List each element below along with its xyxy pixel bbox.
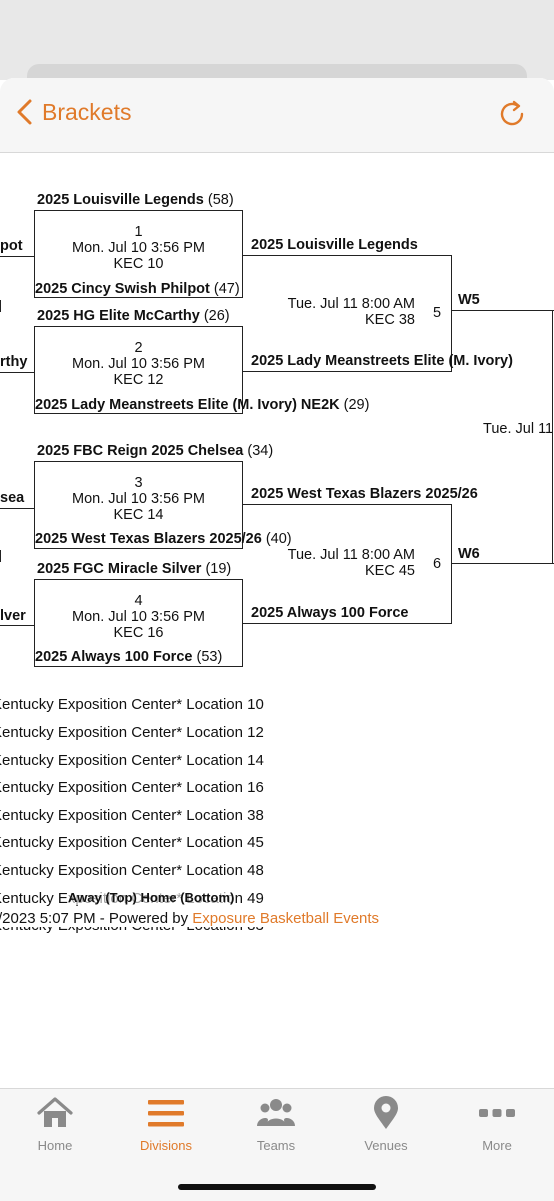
team-name[interactable]: 2025 FGC Miracle Silver (19) bbox=[37, 561, 231, 577]
team-name[interactable]: 2025 Always 100 Force (53) bbox=[35, 649, 222, 665]
left-cut-label: rthy bbox=[0, 354, 28, 370]
team-name[interactable]: 2025 West Texas Blazers 2025/26 bbox=[251, 486, 478, 502]
left-cut-label: pot bbox=[0, 238, 23, 254]
location-item: Kentucky Exposition Center* Location 16 bbox=[0, 779, 264, 796]
team-name[interactable]: 2025 Louisville Legends bbox=[251, 237, 418, 253]
location-item: Kentucky Exposition Center* Location 10 bbox=[0, 696, 264, 713]
location-item: Kentucky Exposition Center* Location 45 bbox=[0, 834, 264, 851]
connector-line bbox=[451, 563, 554, 564]
back-label: Brackets bbox=[42, 98, 132, 125]
team-name[interactable]: 2025 Always 100 Force bbox=[251, 605, 408, 621]
team-name[interactable]: 2025 Lady Meanstreets Elite (M. Ivory) bbox=[251, 353, 513, 369]
connector-line bbox=[0, 300, 1, 312]
team-name[interactable]: 2025 Cincy Swish Philpot (47) bbox=[35, 281, 240, 297]
connector-line bbox=[0, 625, 35, 626]
game-number: 5 bbox=[433, 305, 442, 321]
location-item: Kentucky Exposition Center* Location 38 bbox=[0, 807, 264, 824]
left-cut-label: sea bbox=[0, 490, 25, 506]
team-name[interactable]: 2025 FBC Reign 2025 Chelsea (34) bbox=[37, 443, 273, 459]
tab-label: Home bbox=[37, 1138, 73, 1153]
game-court: KEC 14 bbox=[113, 507, 164, 523]
more-icon bbox=[479, 1109, 515, 1117]
team-name[interactable]: 2025 HG Elite McCarthy (26) bbox=[37, 308, 230, 324]
tab-teams[interactable]: Teams bbox=[231, 1096, 321, 1153]
game-date: Tue. Jul 11 bbox=[483, 421, 554, 437]
connector-line bbox=[0, 550, 1, 562]
connector-line bbox=[243, 504, 452, 505]
connector-line bbox=[552, 310, 553, 563]
location-item: Kentucky Exposition Center* Location 48 bbox=[0, 862, 264, 879]
tab-label: Venues bbox=[364, 1138, 408, 1153]
team-name[interactable]: 2025 Lady Meanstreets Elite (M. Ivory) N… bbox=[35, 397, 369, 413]
home-indicator bbox=[178, 1184, 376, 1190]
game-number: 1 bbox=[134, 224, 143, 240]
tab-divisions[interactable]: Divisions bbox=[121, 1096, 211, 1153]
location-item: Kentucky Exposition Center* Location 12 bbox=[0, 724, 264, 741]
game-date: Mon. Jul 10 3:56 PM bbox=[72, 609, 205, 625]
game-date: Mon. Jul 10 3:56 PM bbox=[72, 240, 205, 256]
game-court: KEC 38 bbox=[365, 312, 415, 328]
game-court: KEC 16 bbox=[113, 625, 164, 641]
tab-label: Divisions bbox=[139, 1138, 192, 1153]
game-date: Tue. Jul 11 8:00 AM bbox=[287, 547, 415, 563]
tab-label: Teams bbox=[256, 1138, 296, 1153]
winner-label: W6 bbox=[458, 546, 480, 562]
game-court: KEC 12 bbox=[113, 372, 164, 388]
bracket-content[interactable]: pot rthy sea lver 2025 Louisville Legend… bbox=[0, 153, 554, 1088]
refresh-icon[interactable] bbox=[496, 98, 528, 130]
connector-line bbox=[243, 255, 452, 256]
location-item: Kentucky Exposition Center* Location 14 bbox=[0, 752, 264, 769]
game-number: 3 bbox=[134, 475, 143, 491]
game-court: KEC 10 bbox=[113, 256, 164, 272]
bracket: pot rthy sea lver 2025 Louisville Legend… bbox=[0, 153, 554, 1088]
footer-link[interactable]: Exposure Basketball Events bbox=[192, 910, 379, 927]
tab-venues[interactable]: Venues bbox=[341, 1096, 431, 1153]
connector-line bbox=[0, 256, 35, 257]
legend-overlay: Away (Top) Home (Bottom) bbox=[68, 890, 235, 905]
connector-line bbox=[243, 623, 452, 624]
game-date: Mon. Jul 10 3:56 PM bbox=[72, 356, 205, 372]
connector-line bbox=[451, 310, 554, 311]
tab-more[interactable]: More bbox=[452, 1096, 542, 1153]
tab-home[interactable]: Home bbox=[10, 1096, 100, 1153]
back-button[interactable]: Brackets bbox=[14, 98, 131, 126]
divisions-icon bbox=[148, 1100, 184, 1127]
venues-icon bbox=[374, 1096, 398, 1129]
connector-line bbox=[0, 372, 35, 373]
home-icon bbox=[37, 1097, 73, 1127]
game-number: 4 bbox=[134, 593, 143, 609]
left-cut-label: lver bbox=[0, 608, 26, 624]
team-name[interactable]: 2025 Louisville Legends (58) bbox=[37, 192, 234, 208]
team-name[interactable]: 2025 West Texas Blazers 2025/26 (40) bbox=[35, 531, 292, 547]
game-number: 2 bbox=[134, 340, 143, 356]
chevron-left-icon bbox=[17, 99, 32, 125]
teams-icon bbox=[257, 1099, 295, 1126]
tab-label: More bbox=[482, 1138, 512, 1153]
winner-label: W5 bbox=[458, 292, 480, 308]
game-number: 6 bbox=[433, 556, 442, 572]
game-date: Mon. Jul 10 3:56 PM bbox=[72, 491, 205, 507]
footer-text: /2023 5:07 PM - Powered by Exposure Bask… bbox=[0, 910, 380, 927]
connector-line bbox=[243, 371, 452, 372]
game-court: KEC 45 bbox=[365, 563, 415, 579]
game-date: Tue. Jul 11 8:00 AM bbox=[287, 296, 415, 312]
connector-line bbox=[0, 508, 35, 509]
